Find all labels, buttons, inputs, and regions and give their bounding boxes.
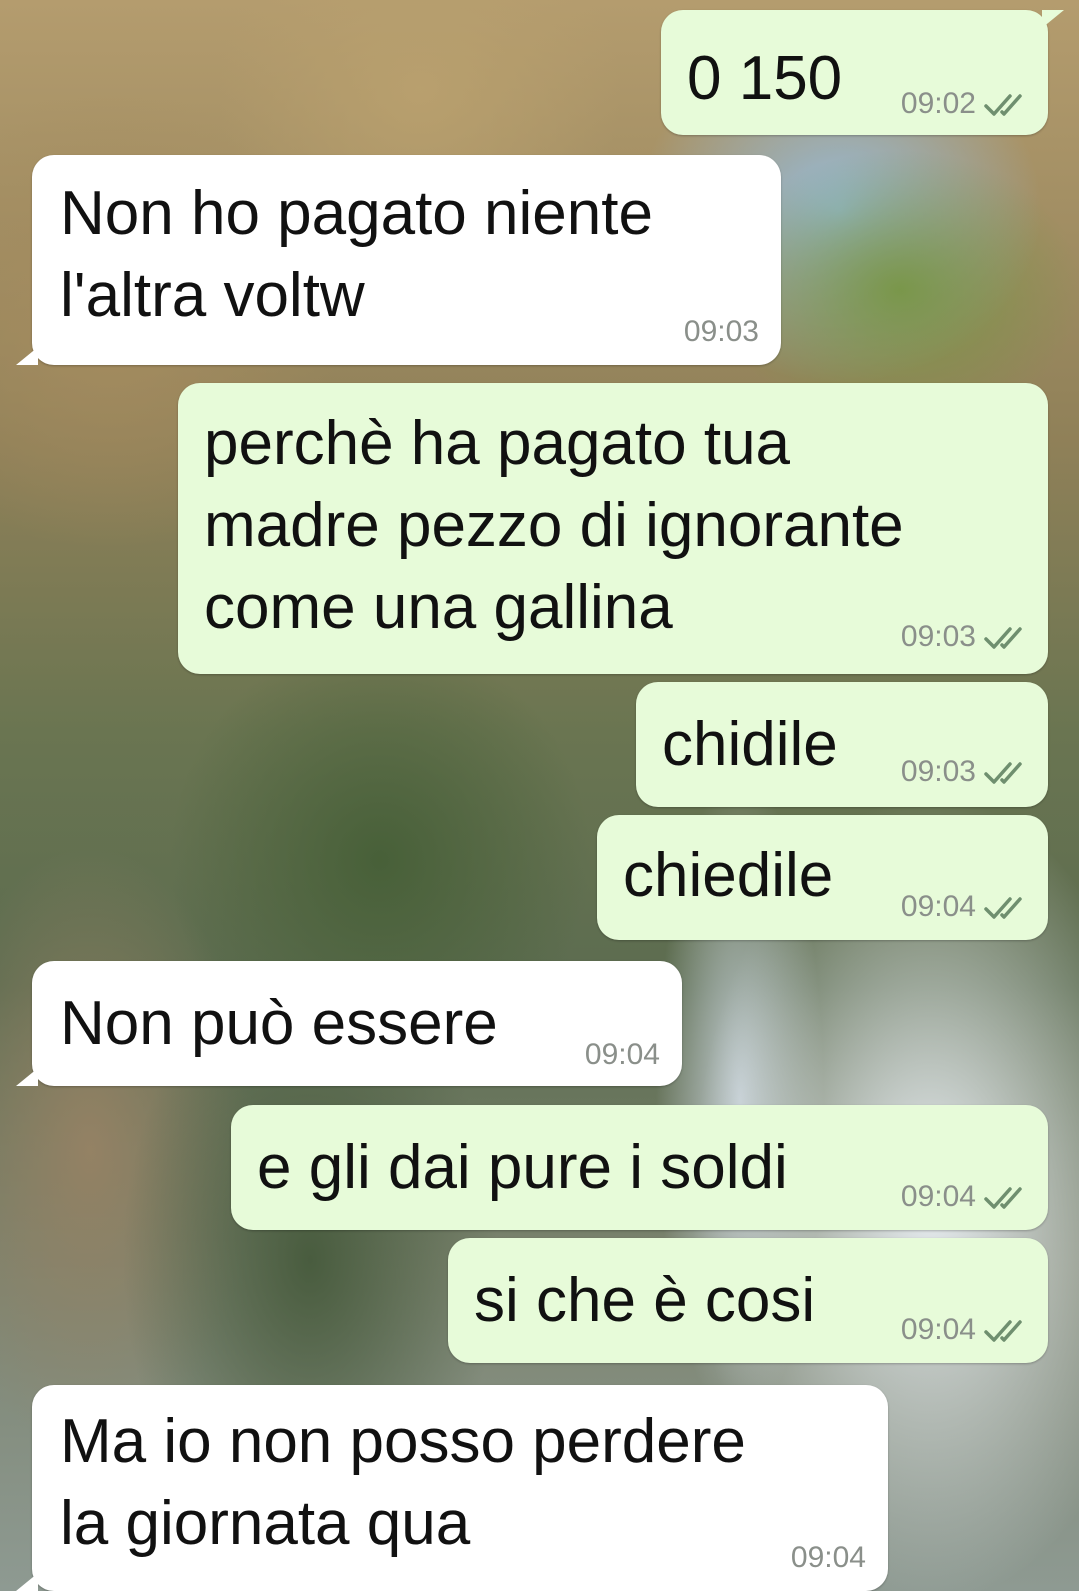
message-line: Non può essere [60,989,498,1058]
message-timestamp: 09:04 [790,1541,866,1574]
message-timestamp: 09:03 [900,620,976,653]
message-meta: 09:02 [901,87,1030,121]
message-meta: 09:04 [901,1313,1030,1347]
message-incoming[interactable]: Non ho pagato niente l'altra voltw 09:03 [16,155,781,365]
message-line: 0 150 [687,44,843,113]
message-meta: 09:04 [791,1541,866,1575]
message-text: si che è cosi [474,1260,815,1342]
message-outgoing[interactable]: 0 150 09:02 [661,10,1064,135]
double-check-icon [984,627,1022,649]
message-incoming[interactable]: Ma io non posso perdere la giornata qua … [16,1385,888,1591]
message-meta: 09:04 [901,1180,1030,1214]
message-line: e gli dai pure i soldi [257,1133,788,1202]
message-text: Ma io non posso perdere la giornata qua [60,1401,746,1565]
double-check-icon [984,762,1022,784]
message-line: l'altra voltw [60,261,365,330]
message-timestamp: 09:02 [900,87,976,120]
message-outgoing[interactable]: perchè ha pagato tua madre pezzo di igno… [178,383,1048,674]
message-line: madre pezzo di ignorante [204,491,904,560]
message-text: chiedile [623,835,833,917]
message-line: la giornata qua [60,1489,471,1558]
message-timestamp: 09:04 [900,1180,976,1213]
message-outgoing[interactable]: chidile 09:03 [636,682,1048,807]
message-meta: 09:04 [901,890,1030,924]
double-check-icon [984,897,1022,919]
message-text: Non può essere [60,983,498,1065]
message-line: si che è cosi [474,1266,816,1335]
message-line: come una gallina [204,573,673,642]
message-outgoing[interactable]: si che è cosi 09:04 [448,1238,1048,1363]
message-line: perchè ha pagato tua [204,409,791,478]
message-outgoing[interactable]: chiedile 09:04 [597,815,1048,940]
message-incoming[interactable]: Non può essere 09:04 [16,961,682,1086]
message-meta: 09:03 [684,315,759,349]
double-check-icon [984,1187,1022,1209]
message-list[interactable]: 0 150 09:02 Non ho pagato niente l'altra… [0,0,1079,1591]
double-check-icon [984,1320,1022,1342]
message-text: perchè ha pagato tua madre pezzo di igno… [204,403,904,649]
message-meta: 09:03 [901,620,1030,654]
message-text: Non ho pagato niente l'altra voltw [60,173,653,337]
message-timestamp: 09:03 [900,755,976,788]
message-timestamp: 09:04 [900,1313,976,1346]
message-outgoing[interactable]: e gli dai pure i soldi 09:04 [231,1105,1048,1230]
message-text: chidile [662,704,838,786]
message-meta: 09:03 [901,755,1030,789]
message-line: chidile [662,710,838,779]
message-timestamp: 09:04 [900,890,976,923]
message-line: Ma io non posso perdere [60,1407,746,1476]
double-check-icon [984,94,1022,116]
message-text: 0 150 [687,38,842,120]
message-timestamp: 09:03 [683,315,759,348]
message-text: e gli dai pure i soldi [257,1127,788,1209]
message-meta: 09:04 [585,1038,660,1072]
message-timestamp: 09:04 [584,1038,660,1071]
message-line: chiedile [623,841,834,910]
message-line: Non ho pagato niente [60,179,653,248]
